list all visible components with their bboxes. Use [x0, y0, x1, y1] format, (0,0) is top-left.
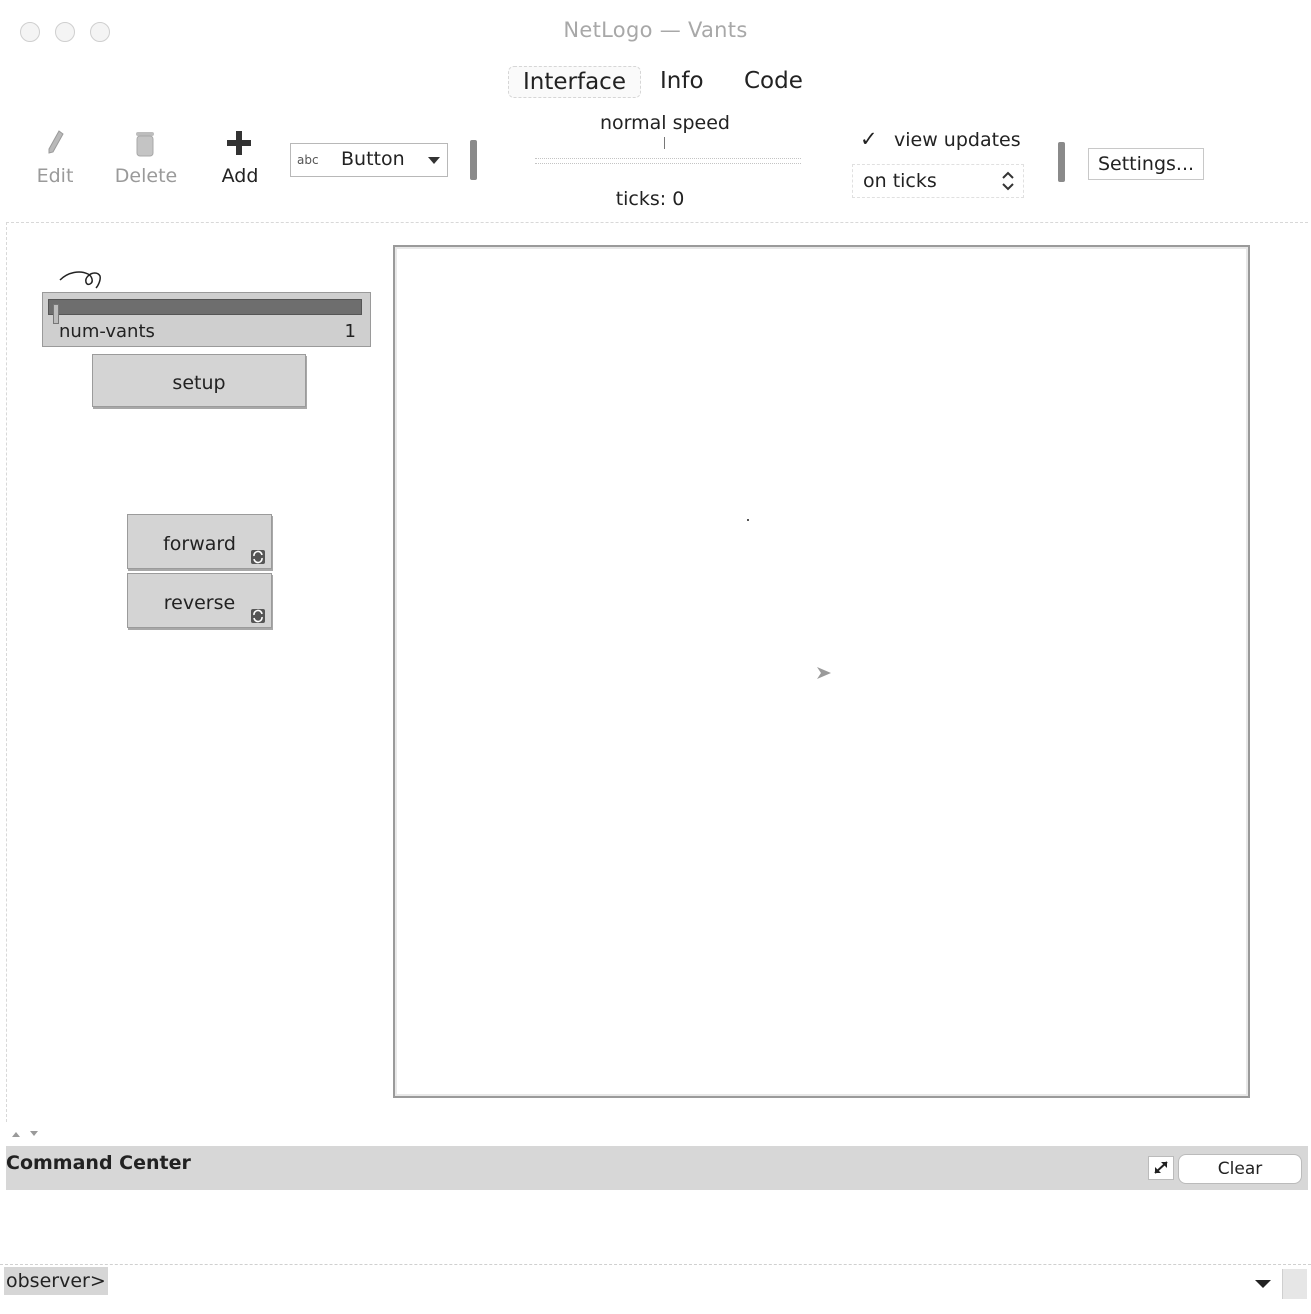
widget-type-select[interactable]: abc Button — [290, 143, 448, 177]
update-mode-value: on ticks — [863, 170, 937, 192]
toolbar-separator — [470, 140, 477, 180]
slider-track[interactable] — [48, 299, 362, 324]
command-center-splitter[interactable] — [6, 1126, 1308, 1142]
toolbar-separator — [1058, 142, 1065, 182]
tab-interface[interactable]: Interface — [508, 66, 641, 98]
command-center-output — [6, 1192, 1308, 1262]
tab-info[interactable]: Info — [646, 66, 718, 96]
forever-icon — [250, 548, 266, 564]
tab-code[interactable]: Code — [730, 66, 817, 96]
trash-icon[interactable] — [133, 128, 157, 158]
edit-button[interactable]: Edit — [28, 165, 82, 187]
clear-button[interactable]: Clear — [1178, 1154, 1302, 1184]
speed-slider-thumb[interactable] — [664, 137, 665, 149]
world-dot — [747, 519, 749, 521]
update-mode-select[interactable]: on ticks — [852, 164, 1024, 198]
command-input[interactable] — [110, 1268, 1254, 1296]
command-center-title: Command Center — [6, 1152, 191, 1174]
command-center-header: Command Center Clear — [6, 1146, 1308, 1190]
view-updates-label: view updates — [894, 129, 1021, 151]
plus-icon[interactable] — [226, 130, 252, 156]
command-input-row: observer> — [0, 1264, 1311, 1299]
slider-name: num-vants — [59, 321, 155, 342]
setup-button-label: setup — [172, 372, 226, 394]
window-title: NetLogo — Vants — [563, 18, 748, 42]
setup-button[interactable]: setup — [92, 354, 306, 407]
pencil-icon[interactable] — [44, 128, 68, 156]
ticks-counter: ticks: 0 — [615, 188, 685, 210]
forward-button[interactable]: forward — [127, 514, 272, 569]
checkmark-icon: ✓ — [860, 127, 878, 151]
abc-icon: abc — [297, 153, 319, 167]
num-vants-slider[interactable]: num-vants 1 — [42, 292, 371, 347]
scribble-mark — [58, 266, 104, 290]
reverse-button[interactable]: reverse — [127, 573, 272, 628]
add-button[interactable]: Add — [212, 165, 268, 187]
view-updates-checkbox[interactable]: ✓ view updates — [858, 127, 1033, 157]
speed-slider[interactable] — [535, 158, 801, 164]
forever-icon — [250, 607, 266, 623]
delete-button[interactable]: Delete — [110, 165, 182, 187]
chevron-down-icon — [427, 152, 441, 171]
title-bar: NetLogo — Vants — [0, 0, 1311, 58]
scrollbar[interactable] — [1282, 1269, 1307, 1299]
updown-chevron-icon — [1001, 170, 1015, 196]
vant-turtle-icon — [816, 665, 832, 684]
slider-value: 1 — [344, 321, 356, 342]
history-dropdown-icon[interactable] — [1254, 1275, 1272, 1294]
world-view[interactable] — [393, 245, 1250, 1098]
observer-prompt[interactable]: observer> — [4, 1267, 108, 1295]
expand-icon[interactable] — [1148, 1156, 1174, 1180]
widget-type-label: Button — [341, 148, 405, 170]
settings-button[interactable]: Settings... — [1088, 148, 1204, 180]
tab-bar: Interface Info Code — [0, 62, 1311, 102]
speed-label: normal speed — [599, 112, 730, 134]
